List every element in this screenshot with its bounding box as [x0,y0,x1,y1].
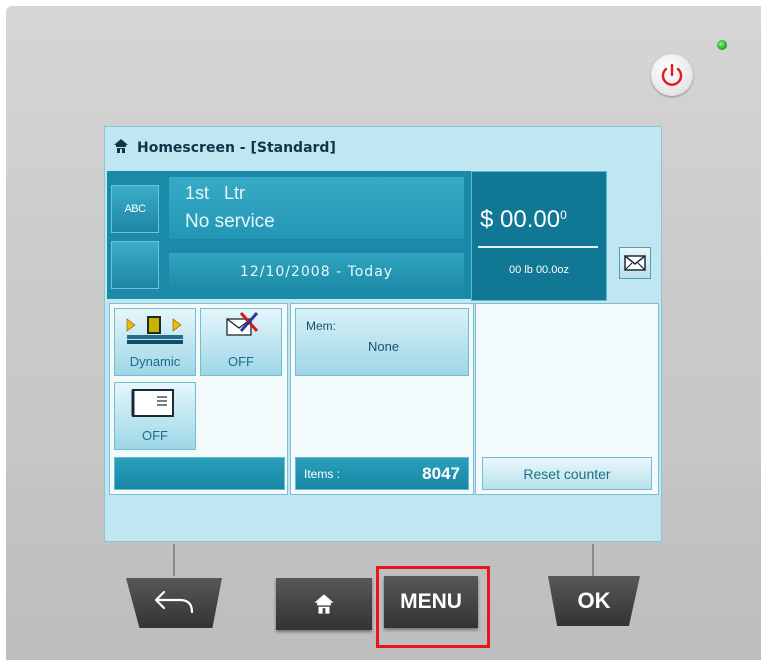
home-icon [113,138,129,158]
date-text: 12/10/2008 - Today [239,264,394,280]
memory-value: None [368,339,400,354]
ok-button[interactable]: OK [548,576,640,626]
ok-button-stem [592,544,594,576]
reset-counter-button[interactable]: Reset counter [482,457,652,490]
feeder-off-label: OFF [142,428,168,443]
items-label: Items : [304,467,341,481]
ok-label: OK [577,588,611,613]
back-button[interactable] [126,578,222,628]
power-button[interactable] [651,54,693,96]
envelope-off-label: OFF [228,354,254,369]
back-arrow-icon [154,590,194,614]
left-status-bar[interactable] [114,457,285,490]
mail-button[interactable] [619,247,651,279]
service-class: 1st Ltr [185,183,246,203]
abc-label: ABC [124,203,146,215]
envelope-off-tile[interactable]: OFF [200,308,282,376]
reset-counter-label: Reset counter [523,465,611,482]
menu-highlight-box [376,566,490,648]
status-area: ABC 1st Ltr No service 12/10/2008 - Toda… [107,171,658,301]
date-selector[interactable]: 12/10/2008 - Today [169,253,464,291]
amount-separator [478,246,598,248]
weight-value: 00 lb 00.0oz [509,264,569,276]
dynamic-scale-icon [126,316,183,344]
envelope-crossed-icon [226,312,259,336]
status-led [717,40,727,50]
home-button[interactable] [276,578,372,630]
touch-screen: Homescreen - [Standard] ABC 1st Ltr No s… [104,126,662,542]
title-bar: Homescreen - [Standard] [105,127,661,169]
home-icon [314,594,334,614]
panel-middle: Mem: None Items : 8047 [290,303,474,495]
postage-amount-box[interactable]: $ 00.000 00 lb 00.0oz [471,171,607,301]
memory-button[interactable]: Mem: None [295,308,469,376]
back-button-stem [173,544,175,576]
power-icon [661,63,683,86]
memory-label: Mem: [306,319,336,333]
postage-amount: $ 00.000 [480,206,567,233]
page-title: Homescreen - [Standard] [137,140,336,156]
items-count: 8047 [422,464,460,483]
service-selector[interactable]: 1st Ltr No service [169,177,464,239]
label-feeder-tile[interactable]: OFF [114,382,196,450]
dynamic-label: Dynamic [129,354,181,369]
blank-button[interactable] [111,241,159,289]
items-counter: Items : 8047 [295,457,469,490]
panel-right: Reset counter [475,303,659,495]
envelope-icon [624,255,646,271]
mail-column [607,171,658,299]
abc-button[interactable]: ABC [111,185,159,233]
label-feeder-icon [131,389,174,417]
panel-left: Dynamic OFF OFF [109,303,288,495]
dynamic-scale-tile[interactable]: Dynamic [114,308,196,376]
service-status: No service [185,211,275,232]
